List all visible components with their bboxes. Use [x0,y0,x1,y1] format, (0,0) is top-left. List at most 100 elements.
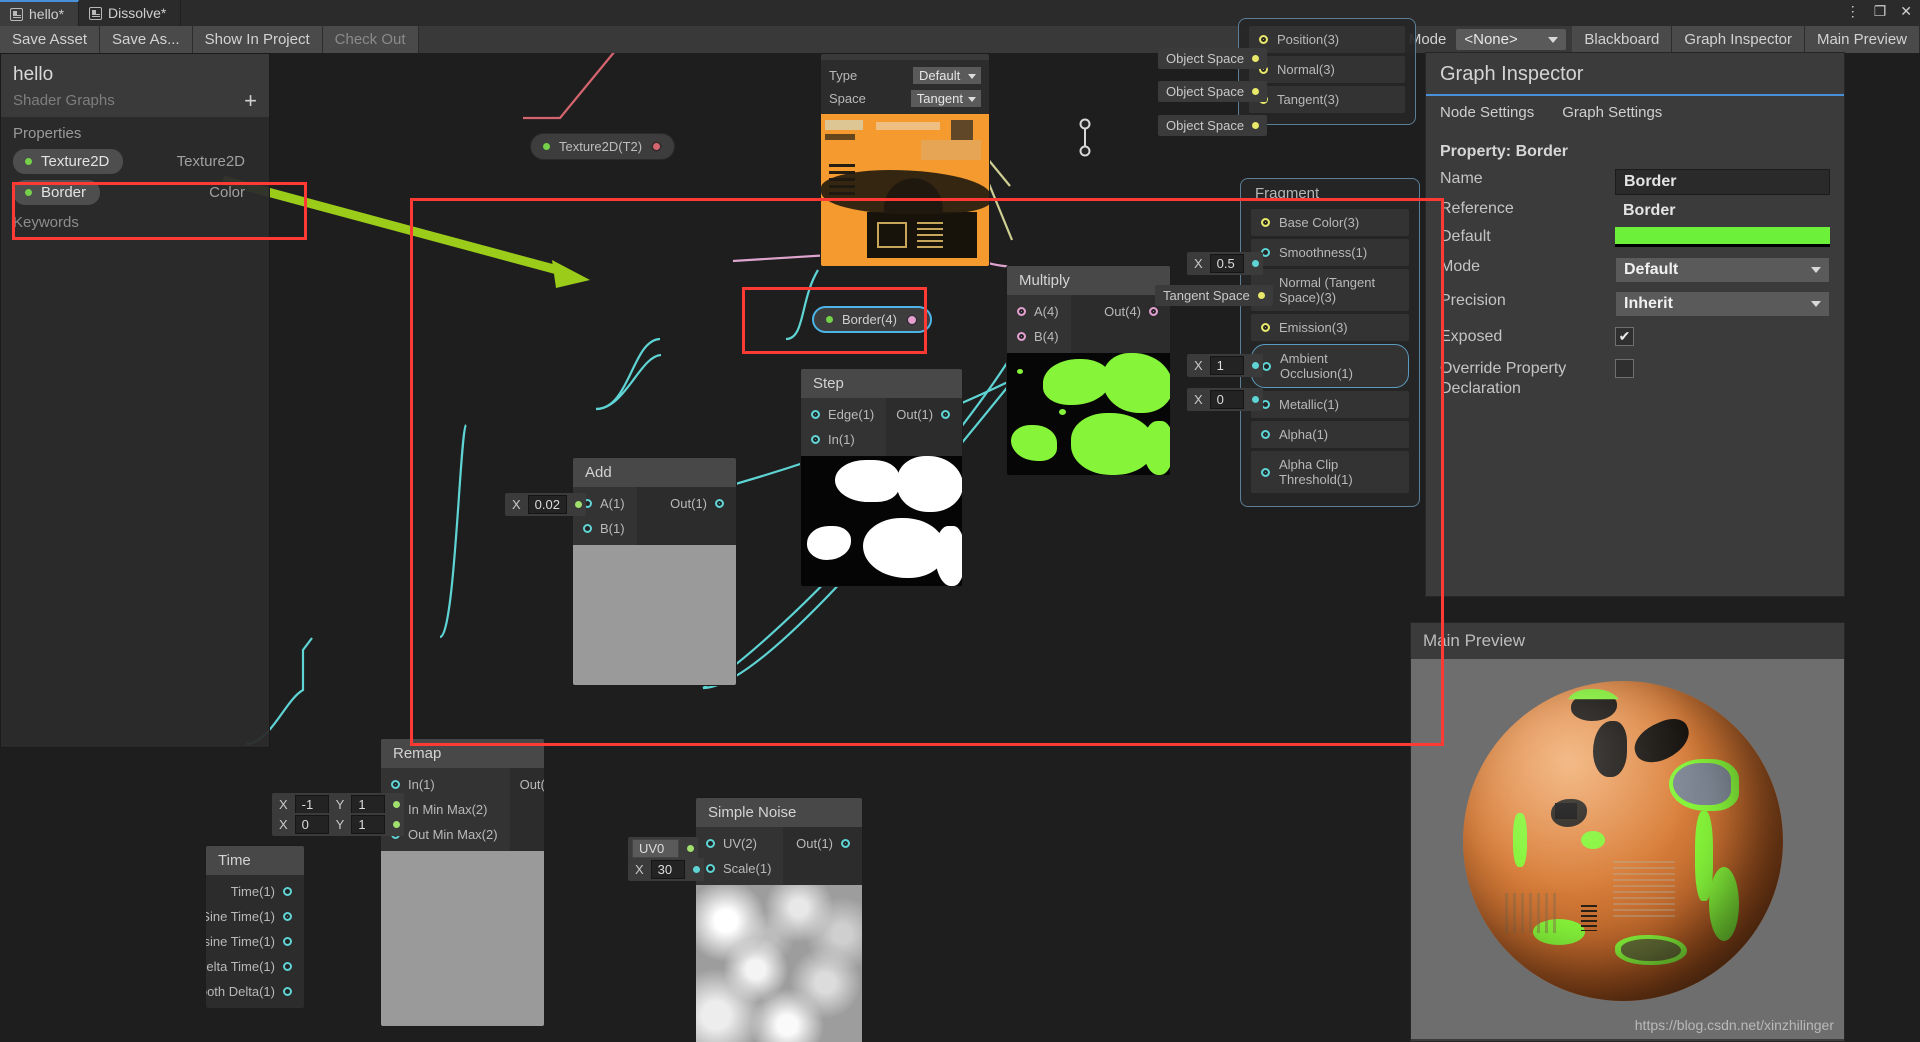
chip-x-value[interactable]: -1 [294,795,329,814]
menu-icon[interactable]: ⋮ [1846,4,1860,18]
stack-row-smoothness[interactable]: Smoothness(1) [1251,239,1409,266]
blackboard-toggle[interactable]: Blackboard [1572,26,1673,53]
value-chip-ambient-occlusion[interactable]: X 1 [1187,354,1263,377]
stack-row-normal-tangent[interactable]: Normal (Tangent Space)(3) [1251,269,1409,311]
input-socket-icon[interactable] [1261,467,1270,477]
stack-row-emission[interactable]: Emission(3) [1251,314,1409,341]
value-chip-noise-scale[interactable]: X 30 [628,858,704,881]
chip-y-value[interactable]: 1 [351,795,386,814]
mode-dropdown[interactable]: Default [1615,257,1830,283]
main-preview-panel[interactable]: Main Preview https://blog.csdn.net/xinzh… [1410,622,1845,1042]
chip-value[interactable]: 30 [650,860,685,879]
output-socket-icon[interactable] [941,410,951,419]
input-socket-icon[interactable] [583,524,592,533]
output-socket-icon[interactable] [1149,307,1158,316]
stack-row-ambient-occlusion[interactable]: Ambient Occlusion(1) [1251,344,1409,388]
chip-value[interactable]: 1 [1209,356,1244,375]
chip-y-value[interactable]: 1 [351,815,386,834]
master-stack-vertex[interactable]: Vertex Position(3) Normal(3) Tangent(3) [1238,18,1416,125]
input-port: Edge(1) [801,402,886,427]
input-socket-icon[interactable] [706,864,715,873]
tab-node-settings[interactable]: Node Settings [1426,96,1549,129]
stack-row-tangent[interactable]: Tangent(3) [1249,86,1405,113]
input-socket-icon[interactable] [1261,430,1270,439]
space-chip-normal[interactable]: Object Space [1158,81,1268,102]
save-as-button[interactable]: Save As... [100,26,193,53]
value-chip-add-a[interactable]: X 0.02 [505,493,586,516]
stack-row-metallic[interactable]: Metallic(1) [1251,391,1409,418]
chip-value[interactable]: 0.5 [1209,254,1244,273]
stack-row-position[interactable]: Position(3) [1249,26,1405,53]
output-socket-icon[interactable] [283,987,292,996]
stack-row-alpha-clip-threshold[interactable]: Alpha Clip Threshold(1) [1251,451,1409,493]
space-chip-normal-tangent[interactable]: Tangent Space [1155,285,1273,306]
output-socket-icon[interactable] [651,141,663,152]
node-time[interactable]: Time Time(1) Sine Time(1) Cosine Time(1)… [205,845,305,1009]
property-row-border[interactable]: Border Color [1,177,269,208]
node-remap[interactable]: Remap In(1) In Min Max(2) Out Min Max(2)… [380,738,545,1027]
output-socket-icon[interactable] [283,937,292,946]
value-chip-smoothness[interactable]: X 0.5 [1187,252,1263,275]
node-multiply[interactable]: Multiply A(4) B(4) Out(4) [1006,265,1171,476]
stack-row-base-color[interactable]: Base Color(3) [1251,209,1409,236]
graph-inspector-panel[interactable]: Graph Inspector Node Settings Graph Sett… [1425,52,1845,597]
close-icon[interactable]: ✕ [1900,4,1912,18]
output-socket-icon[interactable] [841,839,850,848]
chip-value[interactable]: 0.02 [527,495,567,514]
output-socket-icon[interactable] [715,499,724,508]
value-chip-noise-uv[interactable]: UV0 [628,837,699,860]
stack-row-alpha[interactable]: Alpha(1) [1251,421,1409,448]
node-property-texture2d[interactable]: Texture2D(T2) [530,133,676,160]
exposed-checkbox[interactable]: ✔ [1615,327,1634,346]
graph-inspector-toggle[interactable]: Graph Inspector [1672,26,1805,53]
uv-dropdown-value[interactable]: UV0 [632,839,680,858]
input-socket-icon[interactable] [811,410,820,419]
name-input[interactable]: Border [1615,169,1830,195]
input-socket-icon[interactable] [1017,307,1026,316]
check-out-button[interactable]: Check Out [322,26,419,53]
input-socket-icon[interactable] [1259,35,1268,44]
chip-x-value[interactable]: 0 [294,815,329,834]
window-tab-dissolve[interactable]: Dissolve* [79,0,182,26]
input-socket-icon[interactable] [391,780,400,789]
property-row-texture2d[interactable]: Texture2D Texture2D [1,146,269,177]
show-in-project-button[interactable]: Show In Project [192,26,323,53]
input-socket-icon[interactable] [1017,332,1026,341]
node-simple-noise[interactable]: Simple Noise UV(2) Scale(1) Out(1) [695,797,863,1042]
input-socket-icon[interactable] [1262,361,1271,371]
node-sample-texture[interactable]: Type Default Space Tangent [820,53,990,267]
value-chip-metallic[interactable]: X 0 [1187,388,1263,411]
precision-dropdown[interactable]: Inherit [1615,291,1830,317]
window-tab-hello[interactable]: hello* [0,0,80,26]
chip-value[interactable]: 0 [1209,390,1244,409]
node-add[interactable]: Add A(1) B(1) Out(1) [572,457,737,686]
maximize-icon[interactable]: ❐ [1874,4,1887,18]
output-socket-icon[interactable] [283,962,292,971]
space-chip-tangent[interactable]: Object Space [1158,115,1268,136]
output-socket-icon[interactable] [283,912,292,921]
sample-space-dropdown[interactable]: Tangent [910,90,981,107]
blackboard-panel[interactable]: hello Shader Graphs + Properties Texture… [0,53,270,748]
output-port: Time(1) [206,879,304,904]
output-socket-icon[interactable] [283,887,292,896]
tab-graph-settings[interactable]: Graph Settings [1548,96,1676,129]
override-checkbox[interactable] [1615,359,1634,378]
output-socket-icon[interactable] [905,313,918,326]
space-chip-position[interactable]: Object Space [1158,48,1268,69]
main-preview-toggle[interactable]: Main Preview [1804,26,1920,53]
input-socket-icon[interactable] [811,435,820,444]
input-socket-icon[interactable] [1261,323,1270,332]
master-stack-fragment[interactable]: Fragment Base Color(3) Smoothness(1) Nor… [1240,178,1420,507]
input-socket-icon[interactable] [706,839,715,848]
stack-row-normal[interactable]: Normal(3) [1249,56,1405,83]
save-asset-button[interactable]: Save Asset [0,26,101,53]
main-preview-viewport[interactable]: https://blog.csdn.net/xinzhilinger [1411,659,1844,1039]
input-socket-icon[interactable] [1261,218,1270,227]
add-property-button[interactable]: + [244,89,257,111]
sample-type-dropdown[interactable]: Default [913,67,981,84]
default-color-swatch[interactable] [1615,227,1830,247]
color-mode-dropdown[interactable]: <None> [1456,29,1567,50]
value-chip-remap-outminmax[interactable]: X 0 Y 1 [272,813,405,836]
node-step[interactable]: Step Edge(1) In(1) Out(1) [800,368,963,587]
node-property-border[interactable]: Border(4) [812,306,932,333]
